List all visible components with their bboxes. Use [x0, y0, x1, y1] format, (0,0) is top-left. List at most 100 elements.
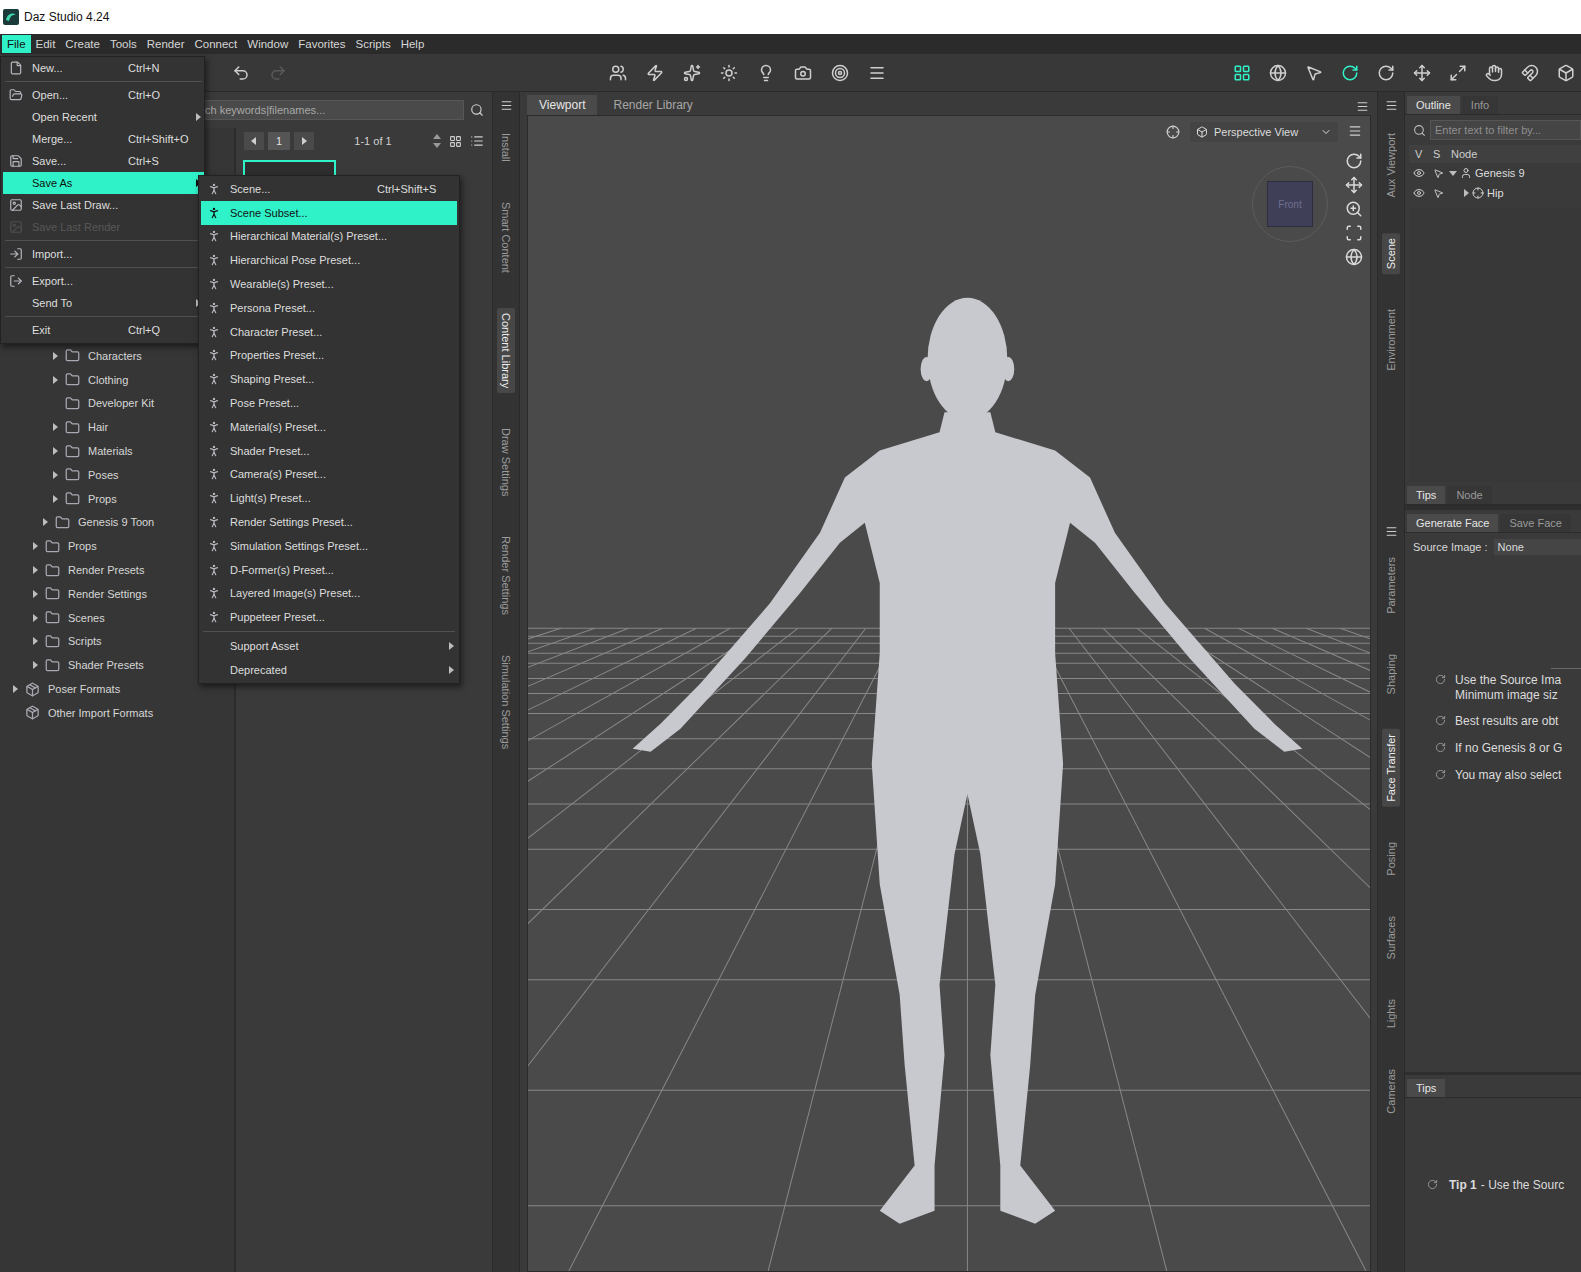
- frame-icon[interactable]: [1345, 224, 1363, 242]
- save-as-menu-item[interactable]: Pose Preset...: [201, 391, 457, 415]
- side-tab[interactable]: Parameters: [1382, 552, 1400, 619]
- expand-arrow-icon[interactable]: [33, 637, 38, 645]
- pan-icon[interactable]: [1345, 176, 1363, 194]
- file-menu-item[interactable]: New...Ctrl+N: [3, 57, 204, 79]
- transform-tool-button[interactable]: [1447, 62, 1469, 84]
- create-tool-button[interactable]: [755, 62, 777, 84]
- prev-page-button[interactable]: [244, 132, 264, 150]
- menu-bar-item[interactable]: Edit: [31, 35, 61, 53]
- grid-view-button[interactable]: [446, 132, 464, 150]
- create-tool-button[interactable]: [607, 62, 629, 84]
- create-tool-button[interactable]: [792, 62, 814, 84]
- expand-arrow-icon[interactable]: [33, 542, 38, 550]
- create-tool-button[interactable]: [829, 62, 851, 84]
- transform-tool-button[interactable]: [1411, 62, 1433, 84]
- save-as-menu-item[interactable]: Deprecated: [201, 658, 457, 682]
- collapse-arrow-icon[interactable]: [1449, 171, 1457, 176]
- pane-menu-button[interactable]: [1382, 522, 1400, 540]
- save-as-menu-item[interactable]: Scene...Ctrl+Shift+S: [201, 177, 457, 201]
- transform-tool-button[interactable]: [1231, 62, 1253, 84]
- file-menu-item[interactable]: Export...: [3, 270, 204, 292]
- save-as-menu-item[interactable]: Camera(s) Preset...: [201, 463, 457, 487]
- nav-cube[interactable]: Front: [1252, 166, 1328, 242]
- visibility-icon[interactable]: [1413, 187, 1425, 199]
- view-select[interactable]: Perspective View: [1190, 122, 1338, 142]
- transform-tool-button[interactable]: [1375, 62, 1397, 84]
- search-button[interactable]: [468, 101, 486, 119]
- menu-bar-item[interactable]: Connect: [189, 35, 242, 53]
- column-header[interactable]: Node: [1445, 148, 1477, 160]
- save-as-menu-item[interactable]: Shaping Preset...: [201, 367, 457, 391]
- create-tool-button[interactable]: [681, 62, 703, 84]
- transform-tool-button[interactable]: [1303, 62, 1325, 84]
- visibility-icon[interactable]: [1413, 167, 1425, 179]
- figure[interactable]: [633, 298, 1303, 1224]
- pane-menu-button[interactable]: [497, 96, 515, 114]
- expand-arrow-icon[interactable]: [53, 471, 58, 479]
- side-tab[interactable]: Environment: [1382, 304, 1400, 376]
- page-number[interactable]: 1: [268, 132, 290, 150]
- expand-arrow-icon[interactable]: [13, 685, 18, 693]
- side-tab[interactable]: Posing: [1382, 837, 1400, 881]
- create-tool-button[interactable]: [718, 62, 740, 84]
- expand-arrow-icon[interactable]: [33, 614, 38, 622]
- side-tab[interactable]: Content Library: [497, 308, 515, 393]
- file-menu-item[interactable]: Open Recent: [3, 106, 204, 128]
- transform-tool-button[interactable]: [1519, 62, 1541, 84]
- file-menu-item[interactable]: Open...Ctrl+O: [3, 84, 204, 106]
- side-tab[interactable]: Surfaces: [1382, 911, 1400, 964]
- transform-tool-button[interactable]: [1339, 62, 1361, 84]
- viewport-canvas[interactable]: Perspective View Front: [527, 115, 1371, 1272]
- canvas-menu-button[interactable]: [1348, 124, 1362, 141]
- selectable-icon[interactable]: [1433, 188, 1444, 199]
- save-as-menu-item[interactable]: Character Preset...: [201, 320, 457, 344]
- save-as-menu-item[interactable]: Light(s) Preset...: [201, 486, 457, 510]
- tips-tab[interactable]: Tips: [1407, 1079, 1445, 1097]
- page-size-spinner[interactable]: [432, 132, 442, 150]
- viewport-tab[interactable]: Viewport: [527, 95, 597, 115]
- save-as-menu-item[interactable]: Support Asset: [201, 634, 457, 658]
- menu-bar-item[interactable]: Tools: [105, 35, 142, 53]
- column-header[interactable]: V: [1409, 148, 1427, 160]
- file-menu-item[interactable]: Save...Ctrl+S: [3, 150, 204, 172]
- transform-tool-button[interactable]: [1267, 62, 1289, 84]
- side-tab[interactable]: Cameras: [1382, 1064, 1400, 1119]
- save-as-menu-item[interactable]: Hierarchical Pose Preset...: [201, 248, 457, 272]
- side-tab[interactable]: Face Transfer: [1382, 729, 1400, 807]
- expand-arrow-icon[interactable]: [33, 566, 38, 574]
- save-as-menu-item[interactable]: Scene Subset...: [201, 201, 457, 225]
- undo-button[interactable]: [230, 62, 252, 84]
- side-tab[interactable]: Shaping: [1382, 649, 1400, 699]
- save-as-menu-item[interactable]: Render Settings Preset...: [201, 510, 457, 534]
- side-tab[interactable]: Aux Viewport: [1382, 128, 1400, 203]
- info-tab[interactable]: Tips: [1407, 486, 1445, 504]
- zoom-icon[interactable]: [1345, 200, 1363, 218]
- viewport-menu-button[interactable]: [1353, 97, 1371, 115]
- expand-arrow-icon[interactable]: [53, 423, 58, 431]
- filter-input[interactable]: [1430, 120, 1581, 140]
- scene-tab[interactable]: Outline: [1407, 96, 1460, 114]
- transform-tool-button[interactable]: [1555, 62, 1577, 84]
- expand-arrow-icon[interactable]: [33, 590, 38, 598]
- side-tab[interactable]: Simulation Settings: [497, 650, 515, 754]
- viewport-scene[interactable]: [528, 116, 1370, 1271]
- side-tab[interactable]: Install: [497, 128, 515, 167]
- save-as-menu-item[interactable]: Hierarchical Material(s) Preset...: [201, 225, 457, 249]
- menu-bar-item[interactable]: Render: [142, 35, 190, 53]
- side-tab[interactable]: Draw Settings: [497, 423, 515, 501]
- list-view-button[interactable]: [468, 132, 486, 150]
- side-tab[interactable]: Render Settings: [497, 531, 515, 620]
- menu-bar-item[interactable]: File: [2, 35, 31, 53]
- file-menu-item[interactable]: ExitCtrl+Q: [3, 319, 204, 341]
- side-tab[interactable]: Scene: [1382, 233, 1400, 274]
- expand-arrow-icon[interactable]: [53, 376, 58, 384]
- menu-bar-item[interactable]: Create: [60, 35, 105, 53]
- expand-arrow-icon[interactable]: [33, 661, 38, 669]
- face-transfer-tab[interactable]: Generate Face: [1407, 514, 1498, 532]
- menu-bar-item[interactable]: Favorites: [293, 35, 350, 53]
- viewport-tab[interactable]: Render Library: [601, 95, 704, 115]
- expand-arrow-icon[interactable]: [1464, 189, 1469, 197]
- reset-view-icon[interactable]: [1345, 248, 1363, 266]
- column-header[interactable]: S: [1427, 148, 1445, 160]
- save-as-menu-item[interactable]: Shader Preset...: [201, 439, 457, 463]
